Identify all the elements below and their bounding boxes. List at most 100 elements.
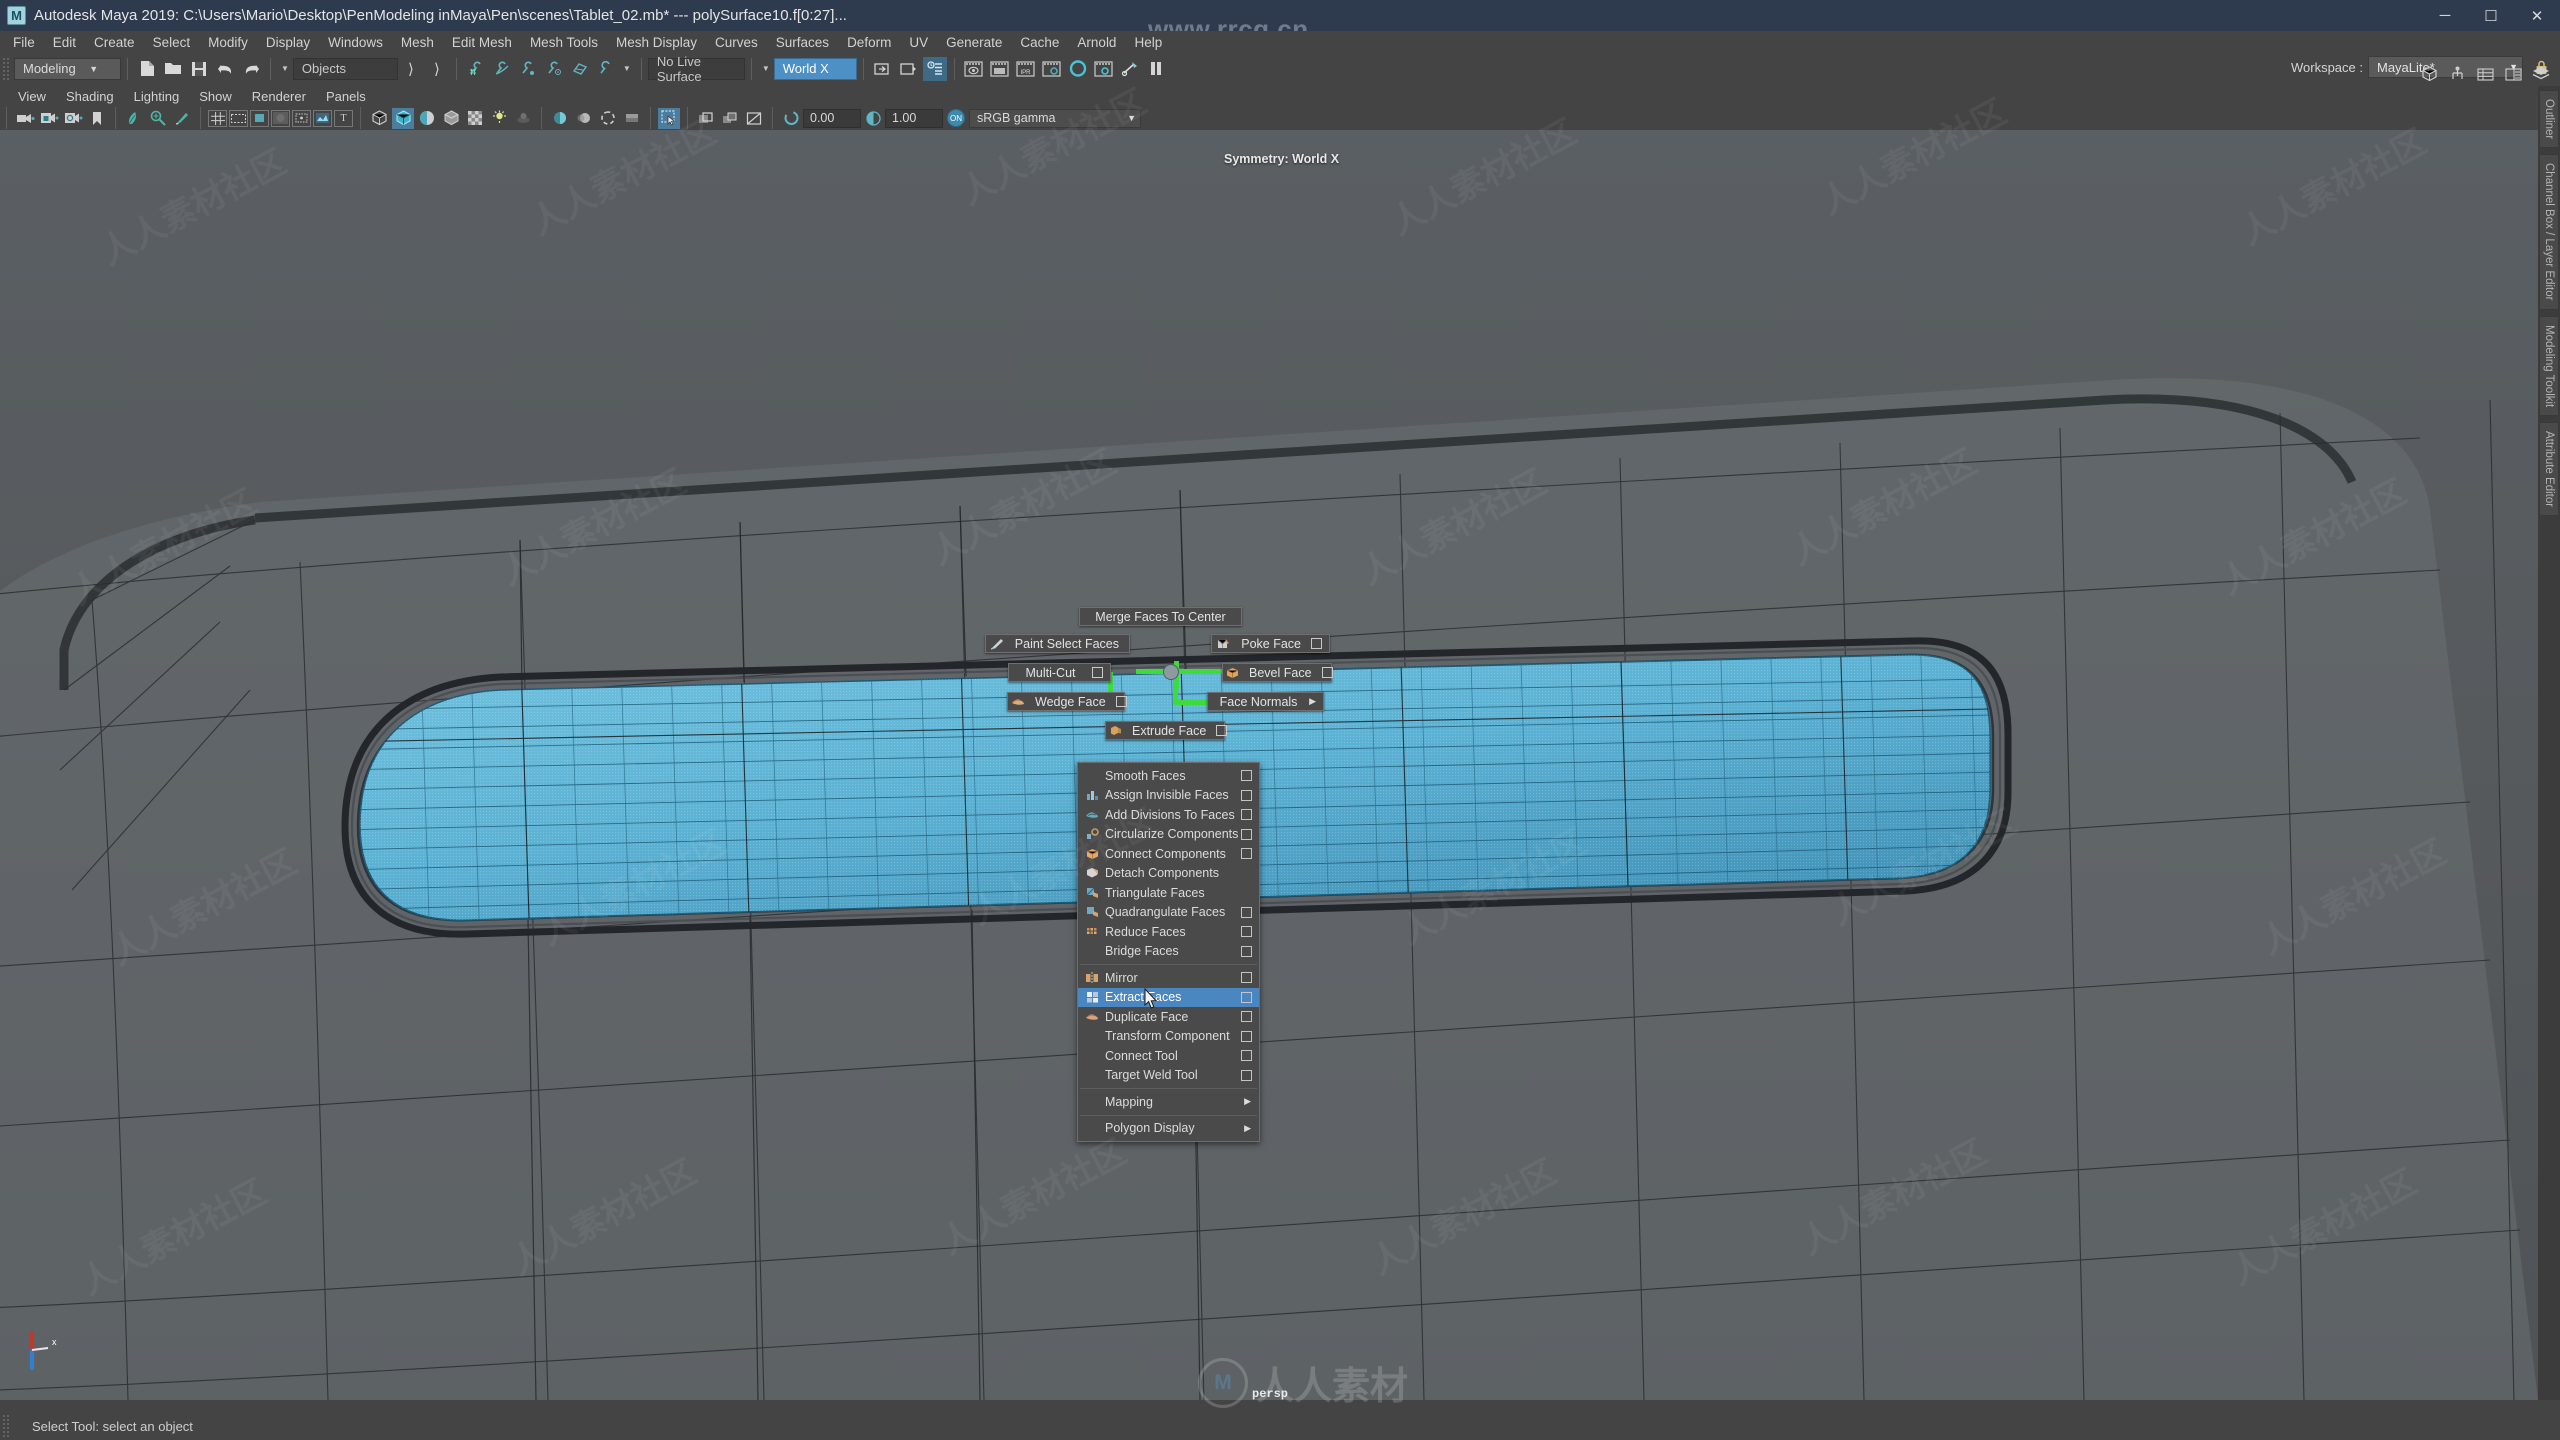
use-default-material-icon[interactable]: [464, 108, 486, 129]
menu-item-duplicate-face[interactable]: Duplicate Face: [1078, 1007, 1259, 1027]
selection-mask-collapse-icon[interactable]: ⟩: [425, 57, 449, 81]
screen-space-ao-icon[interactable]: [549, 108, 571, 129]
bookmark-icon[interactable]: [86, 108, 108, 129]
gamma-reset-icon[interactable]: [862, 108, 884, 129]
two-d-pan-zoom-icon[interactable]: [147, 108, 169, 129]
show-hide-hypergraph-icon[interactable]: [2445, 62, 2469, 86]
option-box[interactable]: [1241, 789, 1252, 801]
menu-mesh-display[interactable]: Mesh Display: [607, 33, 706, 52]
menu-item-mapping[interactable]: Mapping ▶: [1078, 1092, 1259, 1112]
color-management-toggle[interactable]: ON: [947, 109, 965, 127]
symmetry-field[interactable]: World X: [773, 57, 857, 80]
tab-attribute-editor[interactable]: Attribute Editor: [2539, 422, 2559, 517]
motion-blur-icon[interactable]: [573, 108, 595, 129]
render-sequence-icon[interactable]: [988, 57, 1012, 81]
xray-icon[interactable]: [695, 108, 717, 129]
shaded-lighting-icon[interactable]: [488, 108, 510, 129]
lock-camera-icon[interactable]: [38, 108, 60, 129]
ipr-render-icon[interactable]: IPR: [1014, 57, 1038, 81]
menu-set-selector[interactable]: Modeling ▼: [14, 57, 121, 80]
show-hide-channel-box-icon[interactable]: [2473, 62, 2497, 86]
option-box[interactable]: [1241, 770, 1252, 782]
option-box[interactable]: [1241, 1030, 1252, 1042]
option-box[interactable]: [1241, 1011, 1252, 1023]
extrude-face-option-box[interactable]: [1216, 725, 1228, 736]
undo-icon[interactable]: [213, 57, 237, 81]
option-box[interactable]: [1241, 1050, 1252, 1062]
minimize-icon[interactable]: ─: [2422, 0, 2468, 31]
menu-display[interactable]: Display: [257, 33, 319, 52]
menu-deform[interactable]: Deform: [838, 33, 900, 52]
tab-modeling-toolkit[interactable]: Modeling Toolkit: [2539, 315, 2559, 416]
film-gate-icon[interactable]: [229, 109, 248, 127]
menu-curves[interactable]: Curves: [706, 33, 767, 52]
bevel-face-option-box[interactable]: [1321, 667, 1333, 678]
menu-help[interactable]: Help: [1125, 33, 1171, 52]
render-current-frame-icon[interactable]: [962, 57, 986, 81]
multi-cut-option-box[interactable]: [1092, 667, 1103, 678]
render-setup-icon[interactable]: [1118, 57, 1142, 81]
render-view-icon[interactable]: [1092, 57, 1116, 81]
tab-outliner[interactable]: Outliner: [2539, 90, 2559, 149]
menu-item-quadrangulate-faces[interactable]: Quadrangulate Faces: [1078, 903, 1259, 923]
panel-menu-panels[interactable]: Panels: [316, 88, 376, 105]
poke-face-option-box[interactable]: [1311, 638, 1322, 649]
show-hide-layer-editor-icon[interactable]: [2529, 62, 2553, 86]
exposure-value-field[interactable]: 0.00: [803, 108, 861, 128]
marking-item-face-normals[interactable]: Face Normals ▶: [1207, 692, 1324, 711]
exposure-icon[interactable]: [313, 109, 332, 127]
marking-item-wedge-face[interactable]: Wedge Face: [1007, 692, 1127, 711]
select-camera-icon[interactable]: [14, 108, 36, 129]
chevron-down-icon[interactable]: ▼: [281, 64, 289, 73]
wedge-face-option-box[interactable]: [1115, 696, 1127, 707]
menu-item-bridge-faces[interactable]: Bridge Faces: [1078, 942, 1259, 962]
option-box[interactable]: [1241, 809, 1252, 821]
show-hide-attribute-editor-icon[interactable]: [2501, 62, 2525, 86]
menu-uv[interactable]: UV: [900, 33, 937, 52]
live-surface-field[interactable]: No Live Surface: [647, 54, 745, 84]
smooth-shade-selected-icon[interactable]: [416, 108, 438, 129]
menu-edit[interactable]: Edit: [44, 33, 85, 52]
menu-item-mirror[interactable]: Mirror: [1078, 968, 1259, 988]
menu-item-triangulate-faces[interactable]: Triangulate Faces: [1078, 883, 1259, 903]
menu-mesh[interactable]: Mesh: [392, 33, 443, 52]
tab-channel-box[interactable]: Channel Box / Layer Editor: [2539, 154, 2559, 310]
anti-alias-icon[interactable]: [621, 108, 643, 129]
menu-item-transform-component[interactable]: Transform Component: [1078, 1027, 1259, 1047]
snap-to-view-plane-icon[interactable]: [568, 57, 592, 81]
oil-paint-icon[interactable]: [171, 108, 193, 129]
selection-mask-expand-icon[interactable]: ⟩: [399, 57, 423, 81]
marking-item-paint-select-faces[interactable]: Paint Select Faces: [985, 634, 1130, 653]
menu-item-connect-components[interactable]: Connect Components: [1078, 844, 1259, 864]
option-box[interactable]: [1241, 906, 1252, 918]
pause-render-icon[interactable]: [1144, 57, 1168, 81]
menu-item-circularize-components[interactable]: Circularize Components: [1078, 825, 1259, 845]
input-connections-icon[interactable]: [871, 57, 895, 81]
option-box[interactable]: [1241, 926, 1252, 938]
menu-item-detach-components[interactable]: Detach Components: [1078, 864, 1259, 884]
menu-item-smooth-faces[interactable]: Smooth Faces: [1078, 766, 1259, 786]
exposure-reset-icon[interactable]: [780, 108, 802, 129]
menu-item-extract-faces[interactable]: Extract Faces: [1078, 987, 1259, 1007]
color-management-combo[interactable]: sRGB gamma ▼: [969, 108, 1141, 128]
construction-history-icon[interactable]: [922, 56, 947, 81]
option-box[interactable]: [1241, 848, 1252, 860]
redo-icon[interactable]: [239, 57, 263, 81]
menu-create[interactable]: Create: [85, 33, 144, 52]
marking-item-merge-faces-to-center[interactable]: Merge Faces To Center: [1079, 607, 1242, 626]
menu-file[interactable]: File: [4, 33, 44, 52]
panel-menu-show[interactable]: Show: [189, 88, 242, 105]
film-origin-icon[interactable]: [292, 109, 311, 127]
show-hide-modeling-toolkit-icon[interactable]: [2417, 62, 2441, 86]
menu-item-target-weld-tool[interactable]: Target Weld Tool: [1078, 1066, 1259, 1086]
menu-surfaces[interactable]: Surfaces: [767, 33, 838, 52]
xray-active-components-icon[interactable]: [743, 108, 765, 129]
panel-menu-lighting[interactable]: Lighting: [124, 88, 190, 105]
menu-item-connect-tool[interactable]: Connect Tool: [1078, 1046, 1259, 1066]
image-plane-icon[interactable]: [123, 108, 145, 129]
shadows-icon[interactable]: [512, 108, 534, 129]
snap-to-grid-icon[interactable]: [464, 57, 488, 81]
menu-item-assign-invisible-faces[interactable]: Assign Invisible Faces: [1078, 786, 1259, 806]
maximize-icon[interactable]: ☐: [2468, 0, 2514, 31]
camera-attributes-icon[interactable]: [62, 108, 84, 129]
